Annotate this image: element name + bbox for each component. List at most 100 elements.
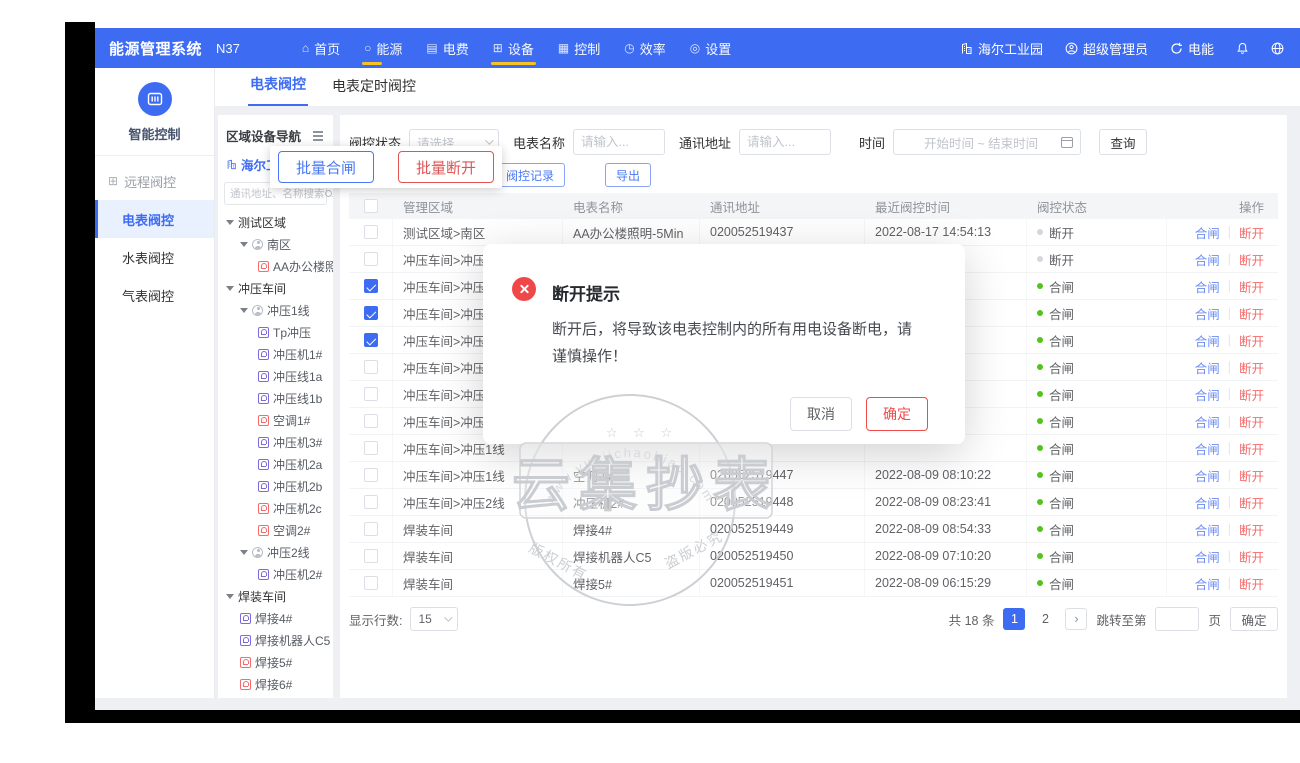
tree-node[interactable]: 冲压机2# — [218, 563, 333, 585]
action-close-link[interactable]: 合闸 — [1195, 250, 1220, 269]
action-open-link[interactable]: 断开 — [1239, 277, 1264, 296]
tree-node[interactable]: 冲压1线 — [218, 299, 333, 321]
user-menu[interactable]: 超级管理员 — [1065, 39, 1148, 58]
sidebar-item-远程阀控[interactable]: ⊞ 远程阀控 — [95, 162, 214, 200]
tree-node[interactable]: 冲压车间 — [218, 277, 333, 299]
row-checkbox[interactable] — [363, 225, 378, 239]
jump-confirm-button[interactable]: 确定 — [1230, 607, 1278, 631]
row-checkbox[interactable] — [363, 549, 378, 563]
collapse-icon[interactable] — [313, 130, 323, 141]
action-open-link[interactable]: 断开 — [1239, 547, 1264, 566]
action-open-link[interactable]: 断开 — [1239, 358, 1264, 377]
tree-node[interactable]: 焊接4# — [218, 607, 333, 629]
valve-record-button[interactable]: 阀控记录 — [495, 163, 566, 187]
row-checkbox[interactable] — [363, 468, 378, 482]
language-globe-icon[interactable] — [1271, 42, 1284, 55]
nav-item-控制[interactable]: ▦ 控制 — [546, 28, 612, 68]
action-close-link[interactable]: 合闸 — [1195, 439, 1220, 458]
action-open-link[interactable]: 断开 — [1239, 223, 1264, 242]
nav-item-设置[interactable]: ◎ 设置 — [678, 28, 744, 68]
nav-item-效率[interactable]: ◷ 效率 — [612, 28, 678, 68]
tree-node[interactable]: 焊接机器人C5 — [218, 629, 333, 651]
action-open-link[interactable]: 断开 — [1239, 439, 1264, 458]
select-all-checkbox[interactable] — [363, 199, 378, 213]
energy-switch[interactable]: 电能 — [1170, 39, 1214, 58]
row-checkbox[interactable] — [363, 252, 378, 266]
action-close-link[interactable]: 合闸 — [1195, 466, 1220, 485]
row-checkbox[interactable] — [363, 306, 378, 320]
nav-item-设备[interactable]: ⊞ 设备 — [481, 28, 546, 68]
notification-bell-icon[interactable] — [1236, 42, 1249, 55]
tree-node[interactable]: 冲压机3# — [218, 431, 333, 453]
tree-node[interactable]: 冲压机2c — [218, 497, 333, 519]
action-open-link[interactable]: 断开 — [1239, 385, 1264, 404]
tree-node[interactable]: 冲压机2b — [218, 475, 333, 497]
sidebar-item-水表阀控[interactable]: 水表阀控 — [95, 238, 214, 276]
action-close-link[interactable]: 合闸 — [1195, 547, 1220, 566]
action-close-link[interactable]: 合闸 — [1195, 574, 1220, 593]
action-open-link[interactable]: 断开 — [1239, 493, 1264, 512]
action-close-link[interactable]: 合闸 — [1195, 331, 1220, 350]
row-checkbox[interactable] — [363, 414, 378, 428]
tree-node[interactable]: AA办公楼照... — [218, 255, 333, 277]
row-checkbox[interactable] — [363, 360, 378, 374]
export-button[interactable]: 导出 — [605, 163, 652, 187]
tree-node[interactable]: 焊接5# — [218, 651, 333, 673]
page-button-1[interactable]: 1 — [1003, 608, 1026, 630]
park-selector[interactable]: 海尔工业园 — [960, 39, 1043, 58]
meter-name-input[interactable] — [573, 129, 666, 155]
action-open-link[interactable]: 断开 — [1239, 520, 1264, 539]
action-close-link[interactable]: 合闸 — [1195, 493, 1220, 512]
tree-node[interactable]: Tp冲压 — [218, 321, 333, 343]
tree-node[interactable]: 空调1# — [218, 409, 333, 431]
row-checkbox[interactable] — [363, 279, 378, 293]
action-open-link[interactable]: 断开 — [1239, 250, 1264, 269]
action-close-link[interactable]: 合闸 — [1195, 223, 1220, 242]
row-checkbox[interactable] — [363, 576, 378, 590]
sidebar-item-电表阀控[interactable]: 电表阀控 — [95, 200, 214, 238]
batch-open-button[interactable]: 批量断开 — [398, 151, 495, 183]
time-range-input[interactable]: 开始时间 ~ 结束时间 — [893, 129, 1082, 155]
tree-node[interactable]: 测试区域 — [218, 211, 333, 233]
nav-item-首页[interactable]: ⌂ 首页 — [290, 28, 352, 68]
row-checkbox[interactable] — [363, 333, 378, 347]
tree-node[interactable]: 焊接6# — [218, 673, 333, 695]
page-button-2[interactable]: 2 — [1034, 608, 1056, 630]
action-open-link[interactable]: 断开 — [1239, 574, 1264, 593]
action-open-link[interactable]: 断开 — [1239, 466, 1264, 485]
address-input[interactable] — [739, 129, 832, 155]
next-page-button[interactable]: › — [1065, 608, 1088, 630]
nav-item-能源[interactable]: ○ 能源 — [352, 28, 414, 68]
cancel-button[interactable]: 取消 — [790, 397, 852, 431]
tree-node[interactable]: 空调2# — [218, 519, 333, 541]
action-close-link[interactable]: 合闸 — [1195, 385, 1220, 404]
row-checkbox[interactable] — [363, 387, 378, 401]
tab-电表阀控[interactable]: 电表阀控 — [248, 74, 308, 106]
tree-node[interactable]: 冲压2线 — [218, 541, 333, 563]
action-open-link[interactable]: 断开 — [1239, 304, 1264, 323]
tab-电表定时阀控[interactable]: 电表定时阀控 — [330, 76, 418, 106]
row-checkbox[interactable] — [363, 495, 378, 509]
row-checkbox[interactable] — [363, 441, 378, 455]
row-checkbox[interactable] — [363, 522, 378, 536]
action-open-link[interactable]: 断开 — [1239, 331, 1264, 350]
tree-node[interactable]: 冲压机2a — [218, 453, 333, 475]
action-close-link[interactable]: 合闸 — [1195, 412, 1220, 431]
tree-node[interactable]: 冲压机1# — [218, 343, 333, 365]
action-close-link[interactable]: 合闸 — [1195, 358, 1220, 377]
page-size-select[interactable]: 15 — [410, 607, 459, 631]
jump-page-input[interactable] — [1155, 607, 1200, 631]
query-button[interactable]: 查询 — [1099, 129, 1148, 155]
confirm-button[interactable]: 确定 — [866, 397, 928, 431]
tree-node[interactable]: 南区 — [218, 233, 333, 255]
action-close-link[interactable]: 合闸 — [1195, 520, 1220, 539]
action-close-link[interactable]: 合闸 — [1195, 304, 1220, 323]
sidebar-item-气表阀控[interactable]: 气表阀控 — [95, 276, 214, 314]
batch-close-button[interactable]: 批量合闸 — [278, 151, 375, 183]
action-open-link[interactable]: 断开 — [1239, 412, 1264, 431]
tree-node[interactable]: 冲压线1a — [218, 365, 333, 387]
tree-node[interactable]: 焊装车间 — [218, 585, 333, 607]
tree-node[interactable]: 冲压线1b — [218, 387, 333, 409]
action-close-link[interactable]: 合闸 — [1195, 277, 1220, 296]
nav-item-电费[interactable]: ▤ 电费 — [414, 28, 480, 68]
